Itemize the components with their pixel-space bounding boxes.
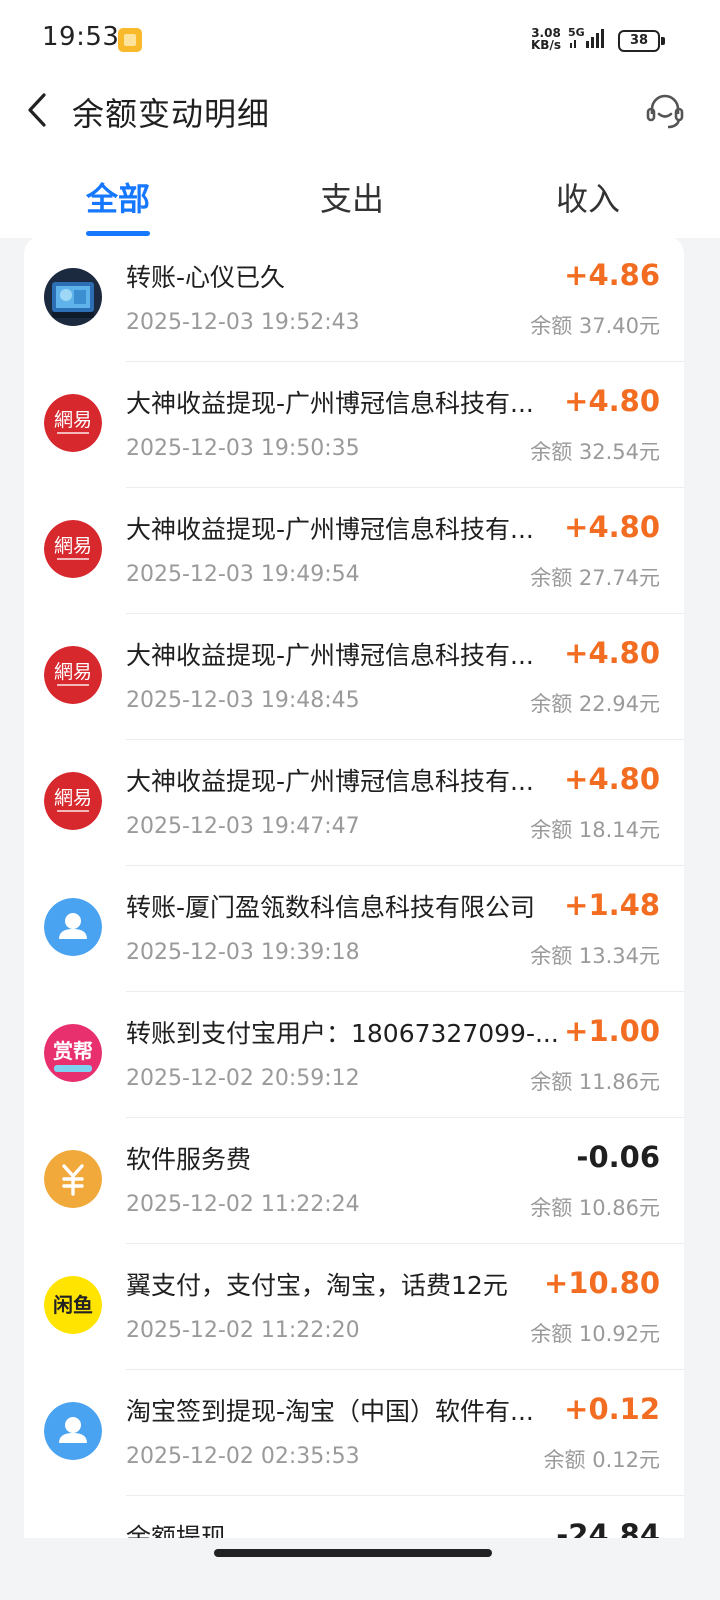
xianyu-logo-icon: 闲鱼 xyxy=(44,1276,102,1334)
svg-text:網易: 網易 xyxy=(54,787,92,809)
transaction-row[interactable]: 淘宝签到提现-淘宝（中国）软件有... 2025-12-02 02:35:53 … xyxy=(24,1370,684,1496)
transaction-title: 转账-心仪已久 xyxy=(126,263,286,292)
transaction-amount: +0.12 xyxy=(564,1392,660,1426)
transaction-amount: +10.80 xyxy=(543,1266,660,1300)
netease-logo-icon: 網易 xyxy=(44,772,102,830)
transaction-title: 大神收益提现-广州博冠信息科技有... xyxy=(126,767,534,796)
network-speed: 3.08 KB/s xyxy=(528,27,564,51)
transaction-title: 转账到支付宝用户：18067327099-... xyxy=(126,1019,559,1048)
yuan-coin-icon xyxy=(44,1150,102,1208)
netease-logo-icon: 網易 xyxy=(44,520,102,578)
transaction-balance: 余额 13.34元 xyxy=(530,944,660,968)
page-title: 余额变动明细 xyxy=(72,95,271,133)
transaction-time: 2025-12-02 11:22:24 xyxy=(126,1192,360,1217)
transaction-amount: +1.00 xyxy=(564,1014,660,1048)
transaction-row[interactable]: 闲鱼 翼支付，支付宝，淘宝，话费12元 2025-12-02 11:22:20 … xyxy=(24,1244,684,1370)
chevron-left-icon[interactable] xyxy=(20,90,56,130)
transaction-amount: +4.80 xyxy=(564,384,660,418)
transaction-row[interactable]: 软件服务费 2025-12-02 11:22:24 -0.06 余额 10.86… xyxy=(24,1118,684,1244)
tab-all[interactable]: 全部 xyxy=(58,174,178,220)
transaction-amount: +1.48 xyxy=(564,888,660,922)
app-header: 余额变动明细 xyxy=(0,80,720,150)
default-user-icon xyxy=(44,898,102,956)
signal-icon: 5G xyxy=(568,26,604,48)
transaction-row[interactable]: 赏帮 转账到支付宝用户：18067327099-... 2025-12-02 2… xyxy=(24,992,684,1118)
transaction-time: 2025-12-03 19:39:18 xyxy=(126,940,360,965)
transaction-balance: 余额 11.86元 xyxy=(530,1070,660,1094)
transaction-balance: 余额 0.12元 xyxy=(543,1448,660,1472)
transaction-balance: 余额 32.54元 xyxy=(530,440,660,464)
transaction-amount: +4.86 xyxy=(564,258,660,292)
transaction-balance: 余额 27.74元 xyxy=(530,566,660,590)
transaction-amount: +4.80 xyxy=(564,510,660,544)
battery-icon: 38 xyxy=(618,30,666,52)
transaction-time: 2025-12-02 11:22:20 xyxy=(126,1318,360,1343)
netease-logo-icon: 網易 xyxy=(44,646,102,704)
transaction-balance: 余额 22.94元 xyxy=(530,692,660,716)
transaction-row[interactable]: 網易 大神收益提现-广州博冠信息科技有... 2025-12-03 19:50:… xyxy=(24,362,684,488)
gesture-bar xyxy=(0,1538,720,1600)
transaction-title: 翼支付，支付宝，淘宝，话费12元 xyxy=(126,1271,508,1300)
notification-app-icon xyxy=(118,28,142,52)
transaction-title: 大神收益提现-广州博冠信息科技有... xyxy=(126,515,534,544)
transaction-time: 2025-12-02 02:35:53 xyxy=(126,1444,360,1469)
transaction-title: 淘宝签到提现-淘宝（中国）软件有... xyxy=(126,1397,534,1426)
transaction-row[interactable]: 網易 大神收益提现-广州博冠信息科技有... 2025-12-03 19:48:… xyxy=(24,614,684,740)
transaction-time: 2025-12-03 19:52:43 xyxy=(126,310,360,335)
battery-level: 38 xyxy=(618,30,660,52)
transaction-row[interactable]: 網易 大神收益提现-广州博冠信息科技有... 2025-12-03 19:47:… xyxy=(24,740,684,866)
photo-avatar xyxy=(44,268,102,326)
network-type: 5G xyxy=(568,26,585,39)
transaction-amount: -0.06 xyxy=(576,1140,660,1174)
svg-text:網易: 網易 xyxy=(54,409,92,431)
filter-tabs: 全部 支出 收入 xyxy=(0,160,720,238)
transaction-row[interactable]: 转账-厦门盈瓴数科信息科技有限公司 2025-12-03 19:39:18 +1… xyxy=(24,866,684,992)
netease-logo-icon: 網易 xyxy=(44,394,102,452)
status-bar: 19:53 3.08 KB/s 5G 38 xyxy=(0,0,720,80)
network-speed-unit: KB/s xyxy=(531,38,561,52)
transaction-title: 大神收益提现-广州博冠信息科技有... xyxy=(126,389,534,418)
transaction-time: 2025-12-03 19:48:45 xyxy=(126,688,360,713)
transaction-amount: +4.80 xyxy=(564,762,660,796)
transaction-time: 2025-12-03 19:49:54 xyxy=(126,562,360,587)
svg-text:闲鱼: 闲鱼 xyxy=(53,1293,93,1317)
svg-text:赏帮: 赏帮 xyxy=(53,1039,93,1063)
transaction-balance: 余额 10.92元 xyxy=(530,1322,660,1346)
transaction-row[interactable]: 转账-心仪已久 2025-12-03 19:52:43 +4.86 余额 37.… xyxy=(24,236,684,362)
transaction-balance: 余额 18.14元 xyxy=(530,818,660,842)
svg-text:網易: 網易 xyxy=(54,535,92,557)
transaction-time: 2025-12-02 20:59:12 xyxy=(126,1066,360,1091)
svg-text:網易: 網易 xyxy=(54,661,92,683)
status-time: 19:53 xyxy=(42,22,120,52)
tab-income[interactable]: 收入 xyxy=(528,174,648,220)
transaction-title: 大神收益提现-广州博冠信息科技有... xyxy=(126,641,534,670)
shangbang-logo-icon: 赏帮 xyxy=(44,1024,102,1082)
transaction-balance: 余额 37.40元 xyxy=(530,314,660,338)
tab-expense[interactable]: 支出 xyxy=(292,174,412,220)
transaction-time: 2025-12-03 19:47:47 xyxy=(126,814,360,839)
transaction-list: 转账-心仪已久 2025-12-03 19:52:43 +4.86 余额 37.… xyxy=(24,236,684,1546)
default-user-icon xyxy=(44,1402,102,1460)
transaction-balance: 余额 10.86元 xyxy=(530,1196,660,1220)
transaction-title: 转账-厦门盈瓴数科信息科技有限公司 xyxy=(126,893,536,922)
home-indicator[interactable] xyxy=(214,1549,492,1557)
transaction-title: 软件服务费 xyxy=(126,1145,252,1174)
transaction-row[interactable]: 網易 大神收益提现-广州博冠信息科技有... 2025-12-03 19:49:… xyxy=(24,488,684,614)
transaction-time: 2025-12-03 19:50:35 xyxy=(126,436,360,461)
customer-service-icon[interactable] xyxy=(644,90,686,132)
transaction-amount: +4.80 xyxy=(564,636,660,670)
